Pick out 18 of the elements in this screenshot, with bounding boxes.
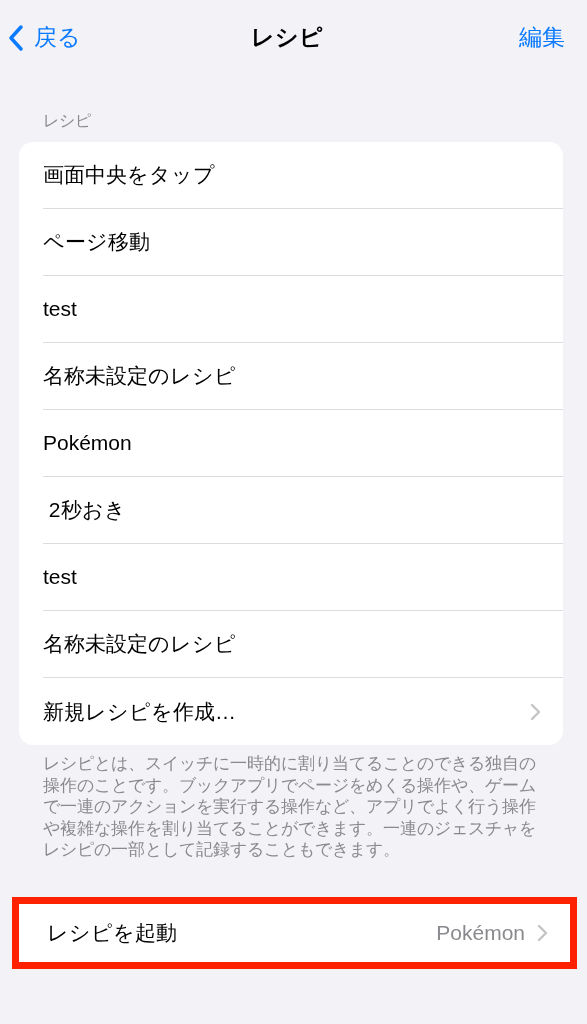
back-button[interactable]: 戻る bbox=[8, 22, 251, 53]
launch-recipe-row[interactable]: レシピを起動 Pokémon bbox=[19, 903, 570, 962]
footer-text: レシピとは、スイッチに一時的に割り当てることのできる独自の操作のことです。ブックアプリでページをめくる操作や、ゲームで一連のアクションを実行する操作など、アプリでよく行う操作や複雑な操作を割り当てることができます。一連のジェスチャをレシピの一部として記録することもできます。 bbox=[42, 753, 537, 860]
recipe-row[interactable]: 名称未設定のレシピ bbox=[43, 343, 563, 410]
recipe-row[interactable]: test bbox=[43, 544, 563, 611]
section-header: レシピ bbox=[42, 111, 92, 131]
recipe-row[interactable]: test bbox=[43, 276, 563, 343]
recipe-row[interactable]: ページ移動 bbox=[43, 209, 563, 276]
create-recipe-row[interactable]: 新規レシピを作成… bbox=[43, 678, 563, 745]
edit-button[interactable]: 編集 bbox=[519, 22, 565, 53]
chevron-icon bbox=[537, 923, 548, 942]
chevron-icon bbox=[530, 702, 541, 721]
recipe-row[interactable]: Pokémon bbox=[43, 410, 563, 477]
recipe-row[interactable]: 画面中央をタップ bbox=[43, 142, 563, 209]
recipe-row[interactable]: 名称未設定のレシピ bbox=[43, 611, 563, 678]
recipe-row[interactable]: 2秒おき bbox=[43, 477, 563, 544]
back-chevron-icon bbox=[8, 23, 24, 52]
screen-title: レシピ bbox=[250, 23, 323, 52]
